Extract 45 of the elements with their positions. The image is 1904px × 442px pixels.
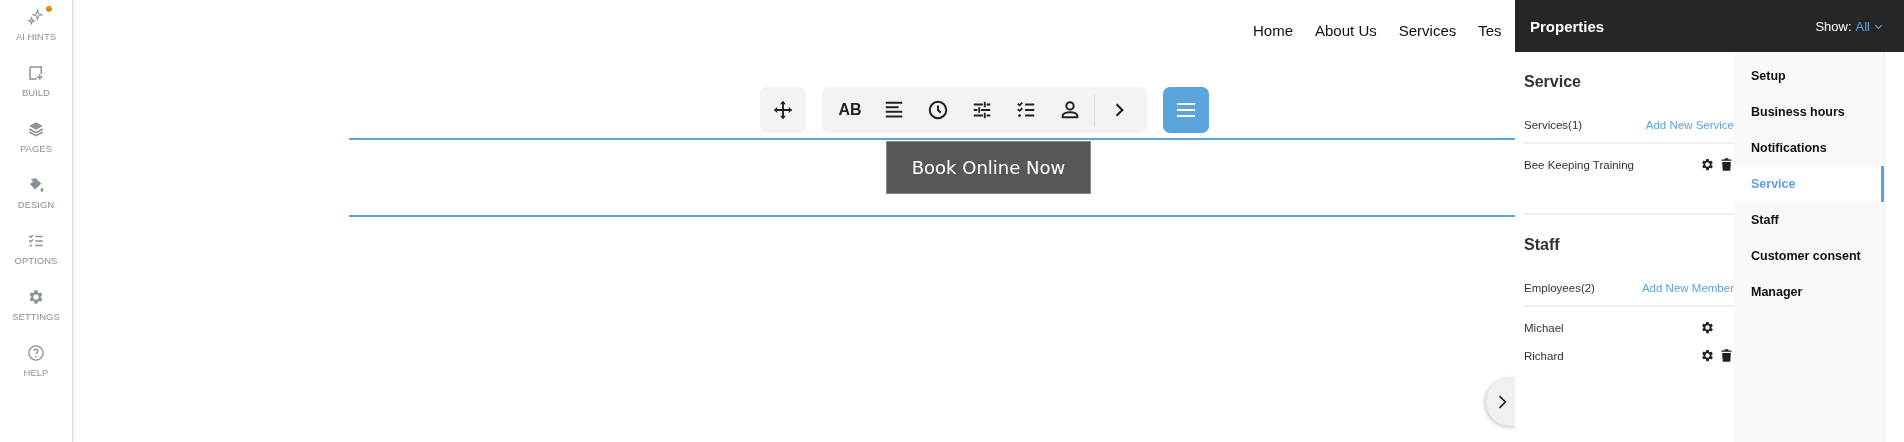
person-icon — [1059, 99, 1081, 121]
site-nav-link[interactable]: About Us — [1315, 22, 1377, 39]
properties-tab[interactable]: Business hours — [1734, 94, 1884, 130]
delete-button[interactable] — [1719, 157, 1734, 172]
clock-icon — [927, 99, 949, 121]
add-page-icon — [27, 64, 45, 82]
text-style-button[interactable]: AB — [828, 87, 872, 133]
move-button[interactable] — [760, 87, 806, 133]
settings-icon — [1700, 157, 1715, 172]
settings-icon — [27, 288, 45, 306]
checklist-icon — [27, 232, 45, 250]
show-label: Show: — [1815, 18, 1852, 34]
properties-tab[interactable]: Manager — [1734, 274, 1884, 310]
count-label: Services(1) — [1524, 119, 1583, 131]
item-name: Michael — [1524, 321, 1564, 334]
trash-icon — [1719, 157, 1734, 172]
delete-button[interactable] — [1719, 348, 1734, 363]
item-name: Bee Keeping Training — [1524, 158, 1634, 171]
settings-button[interactable] — [1700, 320, 1715, 335]
help-icon — [27, 344, 45, 362]
menu-button[interactable] — [1163, 87, 1209, 133]
book-online-button[interactable]: Book Online Now — [886, 141, 1091, 194]
item-name: Richard — [1524, 349, 1564, 362]
show-filter-dropdown[interactable]: All — [1855, 18, 1884, 34]
section-heading: Staff — [1524, 235, 1561, 255]
site-nav-link[interactable]: Services — [1398, 22, 1457, 39]
properties-tab[interactable]: Customer consent — [1734, 238, 1884, 274]
trash-icon — [1719, 348, 1734, 363]
properties-tab[interactable]: Staff — [1734, 202, 1884, 238]
settings-icon — [1700, 348, 1715, 363]
paint-bucket-icon — [27, 176, 45, 194]
sparkle-icon — [27, 8, 45, 26]
properties-tab[interactable]: Setup — [1734, 58, 1884, 94]
settings-icon — [1700, 320, 1715, 335]
move-arrows-icon — [773, 100, 793, 120]
layers-icon — [27, 120, 45, 138]
count-label: Employees(2) — [1524, 282, 1595, 294]
site-nav-link[interactable]: Tes — [1478, 22, 1502, 39]
properties-tab[interactable]: Notifications — [1734, 130, 1884, 166]
site-nav-link[interactable]: Home — [1253, 22, 1293, 39]
settings-button[interactable] — [1700, 348, 1715, 363]
sliders-icon — [971, 99, 993, 121]
settings-button[interactable] — [1700, 157, 1715, 172]
section-heading: Service — [1524, 72, 1582, 92]
panel-title: Properties — [1530, 17, 1605, 35]
